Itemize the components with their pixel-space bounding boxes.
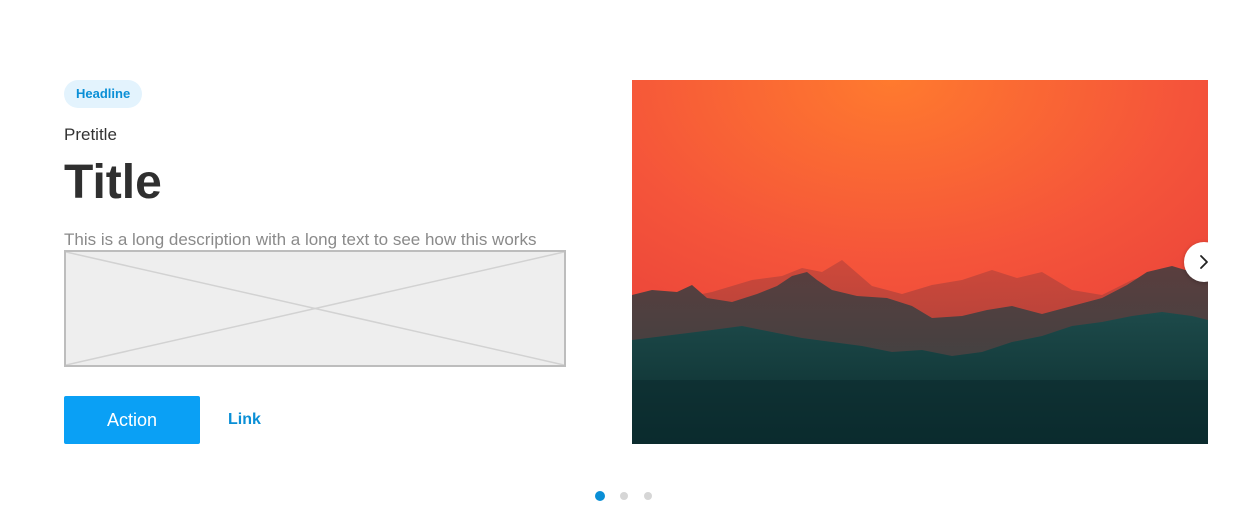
slide-title: Title	[64, 156, 162, 209]
action-button[interactable]: Action	[64, 396, 200, 444]
slide-description: This is a long description with a long t…	[64, 230, 537, 249]
carousel: Headline Pretitle Title This is a long d…	[0, 0, 1248, 524]
hero-image	[632, 80, 1208, 444]
image-placeholder-icon	[64, 250, 566, 367]
pagination-dot[interactable]	[595, 491, 605, 501]
link[interactable]: Link	[228, 411, 261, 429]
pretitle: Pretitle	[64, 125, 117, 144]
pagination-dot[interactable]	[620, 492, 628, 500]
pagination-dot[interactable]	[644, 492, 652, 500]
slide-content: Headline Pretitle Title This is a long d…	[64, 80, 568, 367]
viewport-edge	[1208, 230, 1248, 294]
slide-actions: Action Link	[64, 396, 261, 444]
pagination-dots	[595, 491, 667, 501]
headline-badge: Headline	[64, 80, 143, 108]
